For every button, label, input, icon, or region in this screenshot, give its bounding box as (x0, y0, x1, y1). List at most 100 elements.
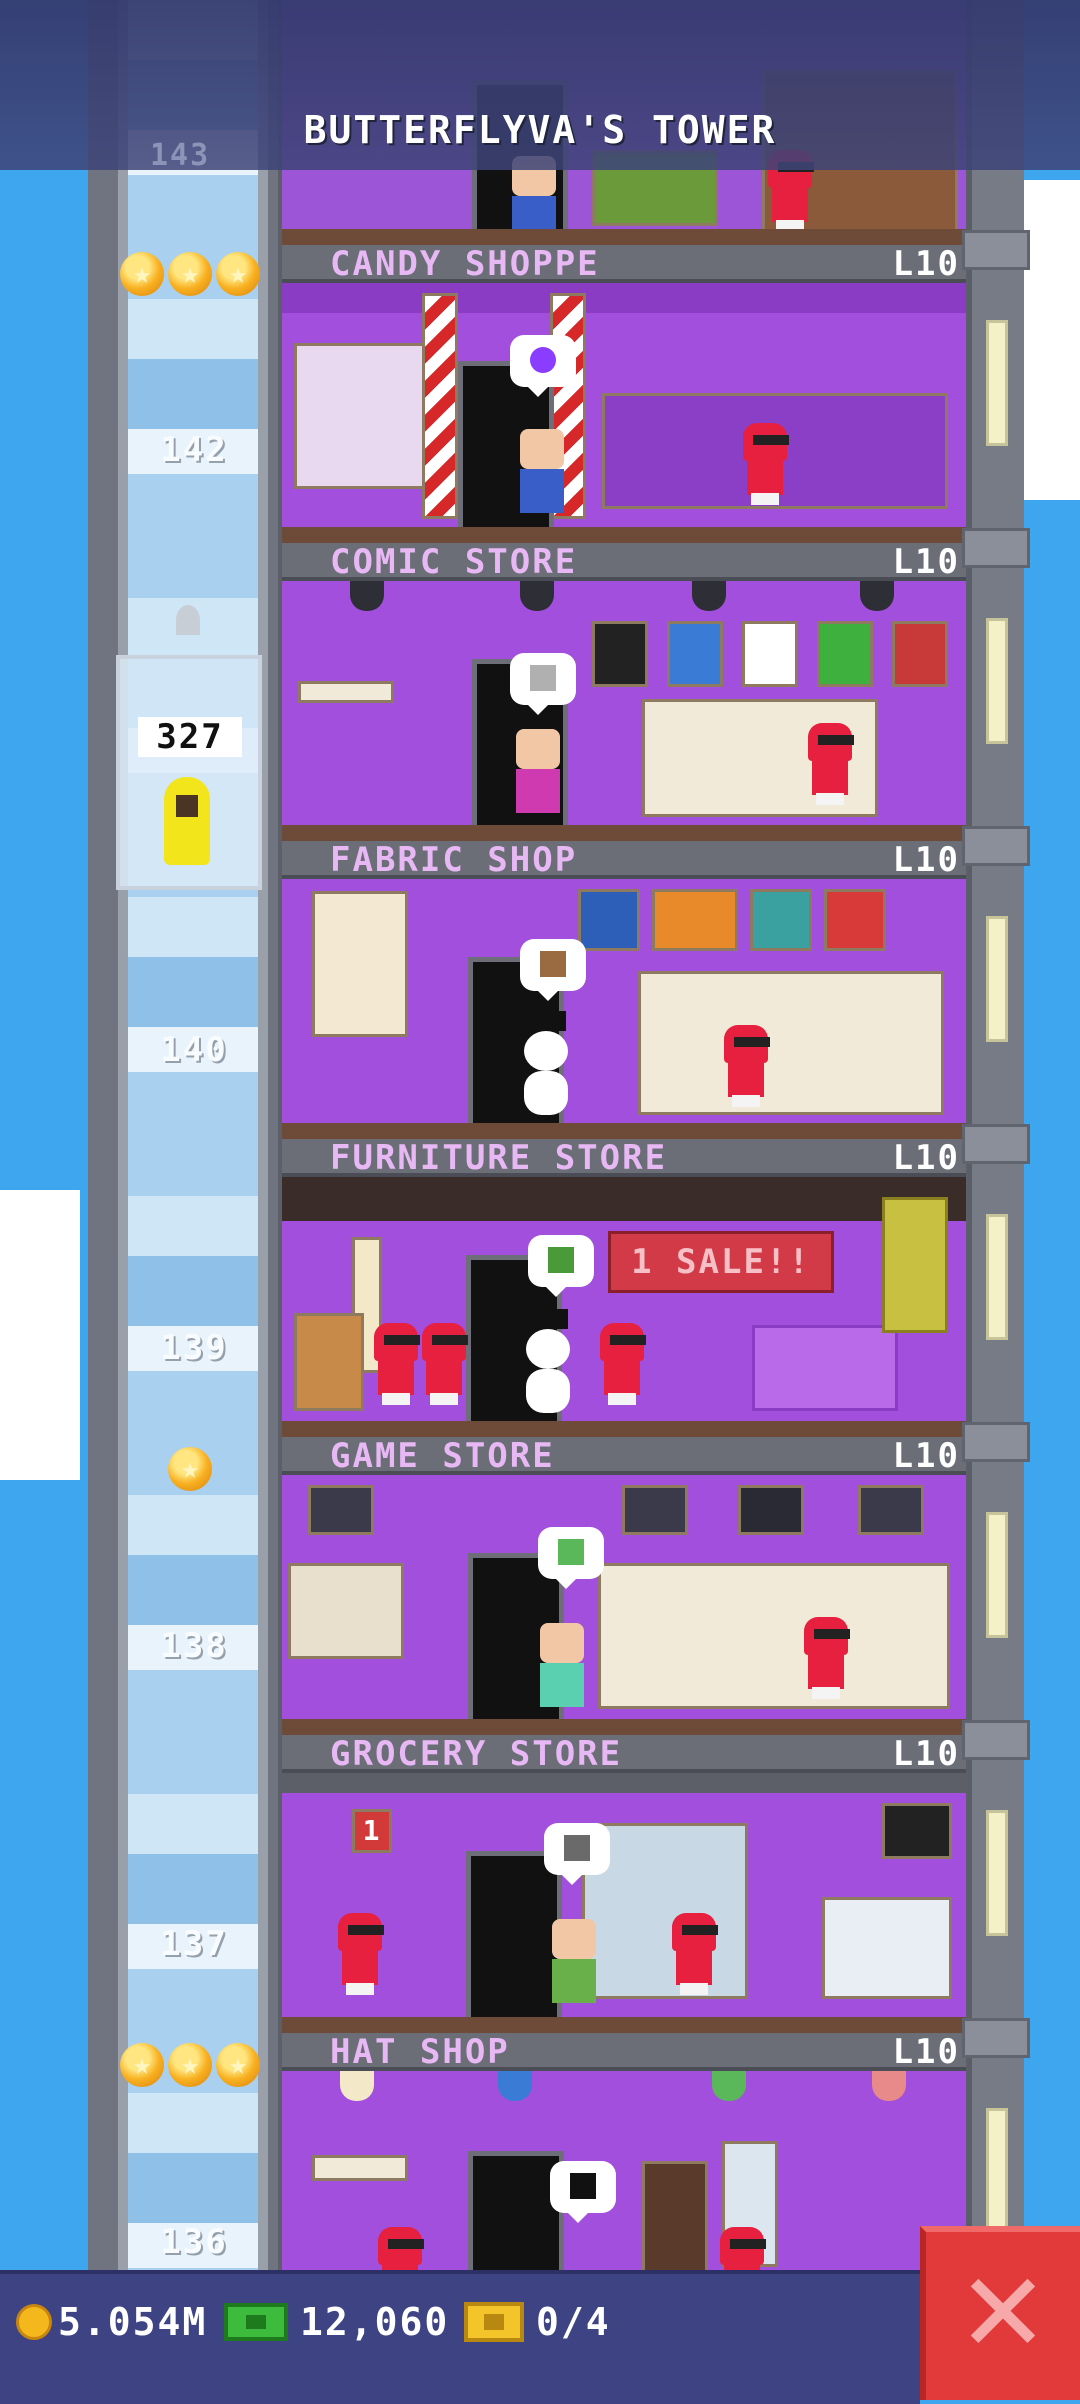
tickets-value: 0/4 (536, 2300, 611, 2344)
poster (592, 621, 648, 687)
ceiling-lamp (520, 581, 554, 611)
elevator-passenger[interactable] (164, 777, 210, 865)
poster (817, 621, 873, 687)
bitizen-worker[interactable] (416, 1323, 472, 1405)
bitizen-worker[interactable] (594, 1323, 650, 1405)
tower-bracket (962, 1124, 1030, 1164)
snowman-customer[interactable] (516, 1011, 576, 1115)
fabric-swatch (652, 889, 738, 951)
floor-furniture-store[interactable]: FURNITURE STORE L10 1 SALE!! (282, 1139, 966, 1437)
window-light (986, 2108, 1008, 2234)
sofa (752, 1325, 898, 1411)
coins-value: 5.054M (58, 2300, 208, 2344)
floor-name: FURNITURE STORE (330, 1138, 668, 1178)
customer-request-bubble[interactable] (528, 1235, 594, 1297)
armchair (294, 1313, 364, 1411)
floor-fabric-shop[interactable]: FABRIC SHOP L10 (282, 841, 966, 1139)
cash-icon (224, 2303, 288, 2341)
customer-request-bubble[interactable] (520, 939, 586, 1001)
floor-level: L10 (892, 1138, 960, 1178)
tickets-counter[interactable]: 0/4 (464, 2274, 611, 2370)
customer-request-bubble[interactable] (550, 2161, 616, 2223)
ceiling-lamp (860, 581, 894, 611)
aisle-sign: 1 (352, 1809, 392, 1853)
candy-pole-left (422, 293, 458, 519)
floor-header: CANDY SHOPPE L10 (282, 245, 966, 283)
customer-request-bubble[interactable] (544, 1823, 610, 1885)
floor-game-store[interactable]: GAME STORE L10 (282, 1437, 966, 1735)
floor-name: COMIC STORE (330, 542, 578, 582)
tower-bracket (962, 2018, 1030, 2058)
room-furniture-store: 1 SALE!! (282, 1177, 966, 1437)
floor-level: L10 (892, 244, 960, 284)
star-icon: ★ (216, 2043, 260, 2087)
coins-counter[interactable]: 5.054M (16, 2274, 207, 2370)
game-poster (308, 1485, 374, 1535)
poster (892, 621, 948, 687)
arcade-cabinet (288, 1563, 404, 1659)
room-hat-shop (282, 2071, 966, 2270)
bitizen-worker[interactable] (798, 1617, 854, 1699)
customer[interactable] (532, 1617, 592, 1707)
window-light (986, 618, 1008, 744)
floor-base (282, 1719, 966, 1735)
close-icon: ✕ (956, 2249, 1050, 2377)
floor-base (282, 1123, 966, 1139)
elevator-floor-number: 142 (160, 430, 228, 470)
floor-header: GAME STORE L10 (282, 1437, 966, 1475)
floor-base (282, 527, 966, 543)
floor-level: L10 (892, 2032, 960, 2072)
floor-base (282, 825, 966, 841)
floor-level: L10 (892, 1436, 960, 1476)
close-button[interactable]: ✕ (920, 2226, 1080, 2400)
star-icon: ★ (120, 2043, 164, 2087)
floor-name: HAT SHOP (330, 2032, 510, 2072)
floor-base (282, 229, 966, 245)
bitizen-worker[interactable] (737, 423, 793, 505)
customer-request-bubble[interactable] (538, 1527, 604, 1589)
bitizen-worker[interactable] (372, 2227, 428, 2270)
bitizen-worker[interactable] (802, 723, 858, 805)
floor-comic-store[interactable]: COMIC STORE L10 (282, 543, 966, 841)
customer[interactable] (512, 423, 572, 513)
game-poster (858, 1485, 924, 1535)
currency-bar: 5.054M 12,060 0/4 (0, 2270, 920, 2404)
star-icon: ★ (168, 1447, 212, 1491)
ceiling-lamp (498, 2071, 532, 2101)
room-game-store (282, 1475, 966, 1735)
customer[interactable] (544, 1913, 604, 2003)
bux-value: 12,060 (300, 2300, 450, 2344)
floor-candy-shoppe[interactable]: CANDY SHOPPE L10 (282, 245, 966, 543)
tower-bracket (962, 1422, 1030, 1462)
snowman-customer[interactable] (518, 1309, 578, 1413)
fabric-swatch (824, 889, 886, 951)
bitizen-worker[interactable] (666, 1913, 722, 1995)
bux-counter[interactable]: 12,060 (224, 2274, 449, 2370)
room-candy-shoppe (282, 283, 966, 543)
hat-cabinet (642, 2161, 708, 2270)
star-icon: ★ (120, 252, 164, 296)
elevator-floor-number: 136 (160, 2222, 228, 2262)
star-icon: ★ (168, 2043, 212, 2087)
bitizen-worker[interactable] (332, 1913, 388, 1995)
bitizen-worker[interactable] (714, 2227, 770, 2270)
ceiling-lamp (340, 2071, 374, 2101)
fabric-swatch (578, 889, 640, 951)
bitizen-worker[interactable] (718, 1025, 774, 1107)
candy-dispenser (294, 343, 430, 489)
menu-board (882, 1803, 952, 1859)
ceiling-beams (282, 1177, 966, 1221)
customer-request-bubble[interactable] (510, 653, 576, 715)
poster (667, 621, 723, 687)
floor-hat-shop[interactable]: HAT SHOP L10 (282, 2033, 966, 2270)
door (468, 2151, 564, 2270)
customer-request-bubble[interactable] (510, 335, 576, 397)
floor-grocery-store[interactable]: GROCERY STORE L10 1 (282, 1735, 966, 2033)
elevator-floor-number: 138 (160, 1626, 228, 1666)
floor-header: COMIC STORE L10 (282, 543, 966, 581)
produce-counter (822, 1897, 952, 1999)
customer[interactable] (508, 723, 568, 813)
floor-stars-candy: ★ ★ ★ (120, 252, 260, 296)
elevator-car[interactable]: 327 (116, 655, 262, 890)
sale-sign-text: 1 SALE!! (631, 1242, 811, 1282)
